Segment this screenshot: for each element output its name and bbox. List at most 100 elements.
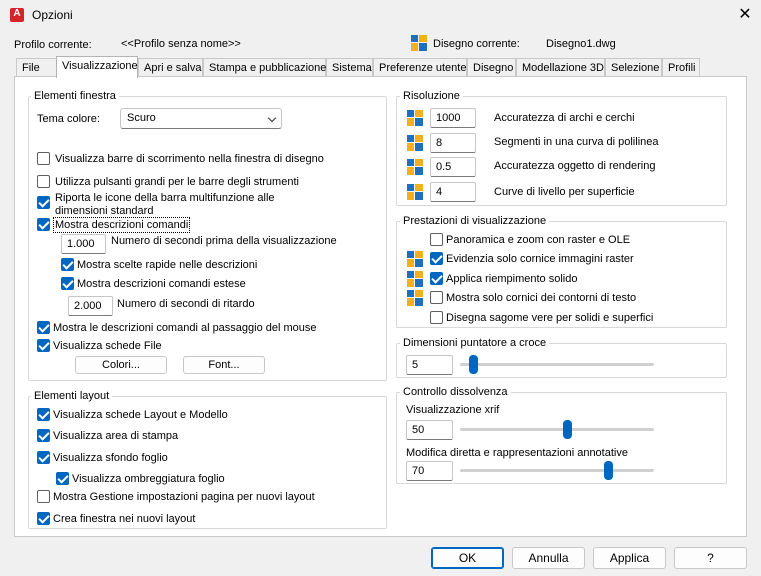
resolution-title: Risoluzione bbox=[400, 90, 463, 103]
fonts-button[interactable]: Font... bbox=[183, 356, 265, 374]
theme-color-select[interactable]: Scuro bbox=[120, 108, 282, 129]
rendering-smoothness-input[interactable]: 0.5 bbox=[430, 157, 476, 177]
tab-sistema[interactable]: Sistema bbox=[326, 58, 373, 77]
tab-stampa-e-pubblicazione[interactable]: Stampa e pubblicazione bbox=[203, 58, 326, 77]
tooltips-label: Mostra descrizioni comandi bbox=[53, 217, 191, 233]
polyline-segments-label: Segmenti in una curva di polilinea bbox=[494, 136, 659, 148]
paper-background-checkbox[interactable] bbox=[37, 451, 50, 464]
viewport-label: Crea finestra nei nuovi layout bbox=[53, 513, 196, 525]
inplace-fade-input[interactable]: 70 bbox=[406, 461, 453, 481]
theme-color-label: Tema colore: bbox=[37, 113, 100, 125]
shortcut-keys-checkbox[interactable] bbox=[61, 258, 74, 271]
print-area-checkbox[interactable] bbox=[37, 429, 50, 442]
drawing-file-icon bbox=[411, 35, 427, 51]
xref-fade-slider-track[interactable] bbox=[460, 428, 654, 431]
drawing-setting-icon bbox=[407, 290, 423, 306]
chevron-down-icon bbox=[267, 113, 277, 123]
text-frame-label: Mostra solo cornici dei contorni di test… bbox=[446, 292, 637, 304]
crosshair-size-input[interactable]: 5 bbox=[406, 355, 453, 375]
raster-pan-checkbox[interactable] bbox=[430, 233, 443, 246]
xref-fade-label: Visualizzazione xrif bbox=[406, 404, 500, 416]
cancel-button[interactable]: Annulla bbox=[512, 547, 585, 569]
highlight-raster-frame-label: Evidenzia solo cornice immagini raster bbox=[446, 253, 634, 265]
file-tabs-checkbox[interactable] bbox=[37, 339, 50, 352]
window-title: Opzioni bbox=[32, 8, 73, 22]
solid-fill-checkbox[interactable] bbox=[430, 272, 443, 285]
window-elements-title: Elementi finestra bbox=[31, 90, 119, 103]
rollover-tooltips-checkbox[interactable] bbox=[37, 321, 50, 334]
extended-tooltips-checkbox[interactable] bbox=[61, 277, 74, 290]
rendering-smoothness-label: Accuratezza oggetto di rendering bbox=[494, 160, 656, 172]
layout-elements-title: Elementi layout bbox=[31, 390, 113, 403]
rollover-tooltips-label: Mostra le descrizioni comandi al passagg… bbox=[53, 322, 317, 334]
paper-shadow-label: Visualizza ombreggiatura foglio bbox=[72, 473, 225, 485]
tooltips-checkbox[interactable] bbox=[37, 218, 50, 231]
arc-smoothness-label: Accuratezza di archi e cerchi bbox=[494, 112, 635, 124]
drawing-setting-icon bbox=[407, 159, 423, 175]
tab-preferenze-utente[interactable]: Preferenze utente bbox=[373, 58, 467, 77]
large-buttons-label: Utilizza pulsanti grandi per le barre de… bbox=[55, 176, 299, 188]
silhouettes-label: Disegna sagome vere per solidi e superfi… bbox=[446, 312, 654, 324]
silhouettes-checkbox[interactable] bbox=[430, 311, 443, 324]
tab-apri-e-salva[interactable]: Apri e salva bbox=[138, 58, 203, 77]
theme-color-value: Scuro bbox=[127, 112, 156, 124]
scrollbars-checkbox[interactable] bbox=[37, 152, 50, 165]
tooltip-seconds-input[interactable]: 1.000 bbox=[61, 234, 106, 254]
xref-fade-slider-thumb[interactable] bbox=[562, 420, 572, 439]
contour-lines-label: Curve di livello per superficie bbox=[494, 186, 635, 198]
autocad-app-icon: A bbox=[10, 8, 24, 22]
page-setup-checkbox[interactable] bbox=[37, 490, 50, 503]
ribbon-icons-label-line2: dimensioni standard bbox=[55, 205, 154, 217]
tab-visualizzazione[interactable]: Visualizzazione bbox=[56, 56, 138, 78]
viewport-checkbox[interactable] bbox=[37, 512, 50, 525]
drawing-setting-icon bbox=[407, 271, 423, 287]
page-setup-label: Mostra Gestione impostazioni pagina per … bbox=[53, 491, 315, 503]
print-area-label: Visualizza area di stampa bbox=[53, 430, 179, 442]
inplace-fade-label: Modifica diretta e rappresentazioni anno… bbox=[406, 447, 628, 459]
layout-tabs-label: Visualizza schede Layout e Modello bbox=[53, 409, 228, 421]
delay-seconds-label: Numero di secondi di ritardo bbox=[117, 298, 255, 310]
title-bar bbox=[0, 0, 761, 30]
close-icon[interactable]: ✕ bbox=[733, 4, 757, 26]
polyline-segments-input[interactable]: 8 bbox=[430, 133, 476, 153]
xref-fade-input[interactable]: 50 bbox=[406, 420, 453, 440]
highlight-raster-frame-checkbox[interactable] bbox=[430, 252, 443, 265]
extended-tooltips-label: Mostra descrizioni comandi estese bbox=[77, 278, 246, 290]
delay-seconds-input[interactable]: 2.000 bbox=[68, 296, 113, 316]
layout-tabs-checkbox[interactable] bbox=[37, 408, 50, 421]
current-drawing-value: Disegno1.dwg bbox=[546, 38, 616, 50]
inplace-fade-slider-thumb[interactable] bbox=[603, 461, 613, 480]
drawing-setting-icon bbox=[407, 110, 423, 126]
crosshair-slider-thumb[interactable] bbox=[469, 355, 479, 374]
ribbon-icons-label-line1: Riporta le icone della barra multifunzio… bbox=[55, 192, 275, 204]
apply-button[interactable]: Applica bbox=[593, 547, 666, 569]
crosshair-slider-track[interactable] bbox=[460, 363, 654, 366]
tab-profili[interactable]: Profili bbox=[662, 58, 700, 77]
file-tabs-label: Visualizza schede File bbox=[53, 340, 162, 352]
help-button[interactable]: ? bbox=[674, 547, 747, 569]
contour-lines-input[interactable]: 4 bbox=[430, 182, 476, 202]
arc-smoothness-input[interactable]: 1000 bbox=[430, 108, 476, 128]
large-buttons-checkbox[interactable] bbox=[37, 175, 50, 188]
tooltip-seconds-label: Numero di secondi prima della visualizza… bbox=[111, 235, 337, 247]
current-profile-label: Profilo corrente: bbox=[14, 39, 92, 51]
ribbon-icons-checkbox[interactable] bbox=[37, 196, 50, 209]
tab-disegno[interactable]: Disegno bbox=[467, 58, 516, 77]
tab-file[interactable]: File bbox=[16, 58, 57, 77]
current-profile-value: <<Profilo senza nome>> bbox=[121, 38, 241, 50]
fade-control-title: Controllo dissolvenza bbox=[400, 386, 511, 399]
text-frame-checkbox[interactable] bbox=[430, 291, 443, 304]
colors-button[interactable]: Colori... bbox=[75, 356, 167, 374]
paper-background-label: Visualizza sfondo foglio bbox=[53, 452, 168, 464]
current-drawing-label: Disegno corrente: bbox=[433, 38, 520, 50]
inplace-fade-slider-track[interactable] bbox=[460, 469, 654, 472]
tab-modellazione-3d[interactable]: Modellazione 3D bbox=[516, 58, 605, 77]
drawing-setting-icon bbox=[407, 184, 423, 200]
tab-selezione[interactable]: Selezione bbox=[605, 58, 662, 77]
paper-shadow-checkbox[interactable] bbox=[56, 472, 69, 485]
performance-title: Prestazioni di visualizzazione bbox=[400, 215, 550, 228]
shortcut-keys-label: Mostra scelte rapide nelle descrizioni bbox=[77, 259, 258, 271]
ok-button[interactable]: OK bbox=[431, 547, 504, 569]
scrollbars-label: Visualizza barre di scorrimento nella fi… bbox=[55, 153, 324, 165]
drawing-setting-icon bbox=[407, 135, 423, 151]
